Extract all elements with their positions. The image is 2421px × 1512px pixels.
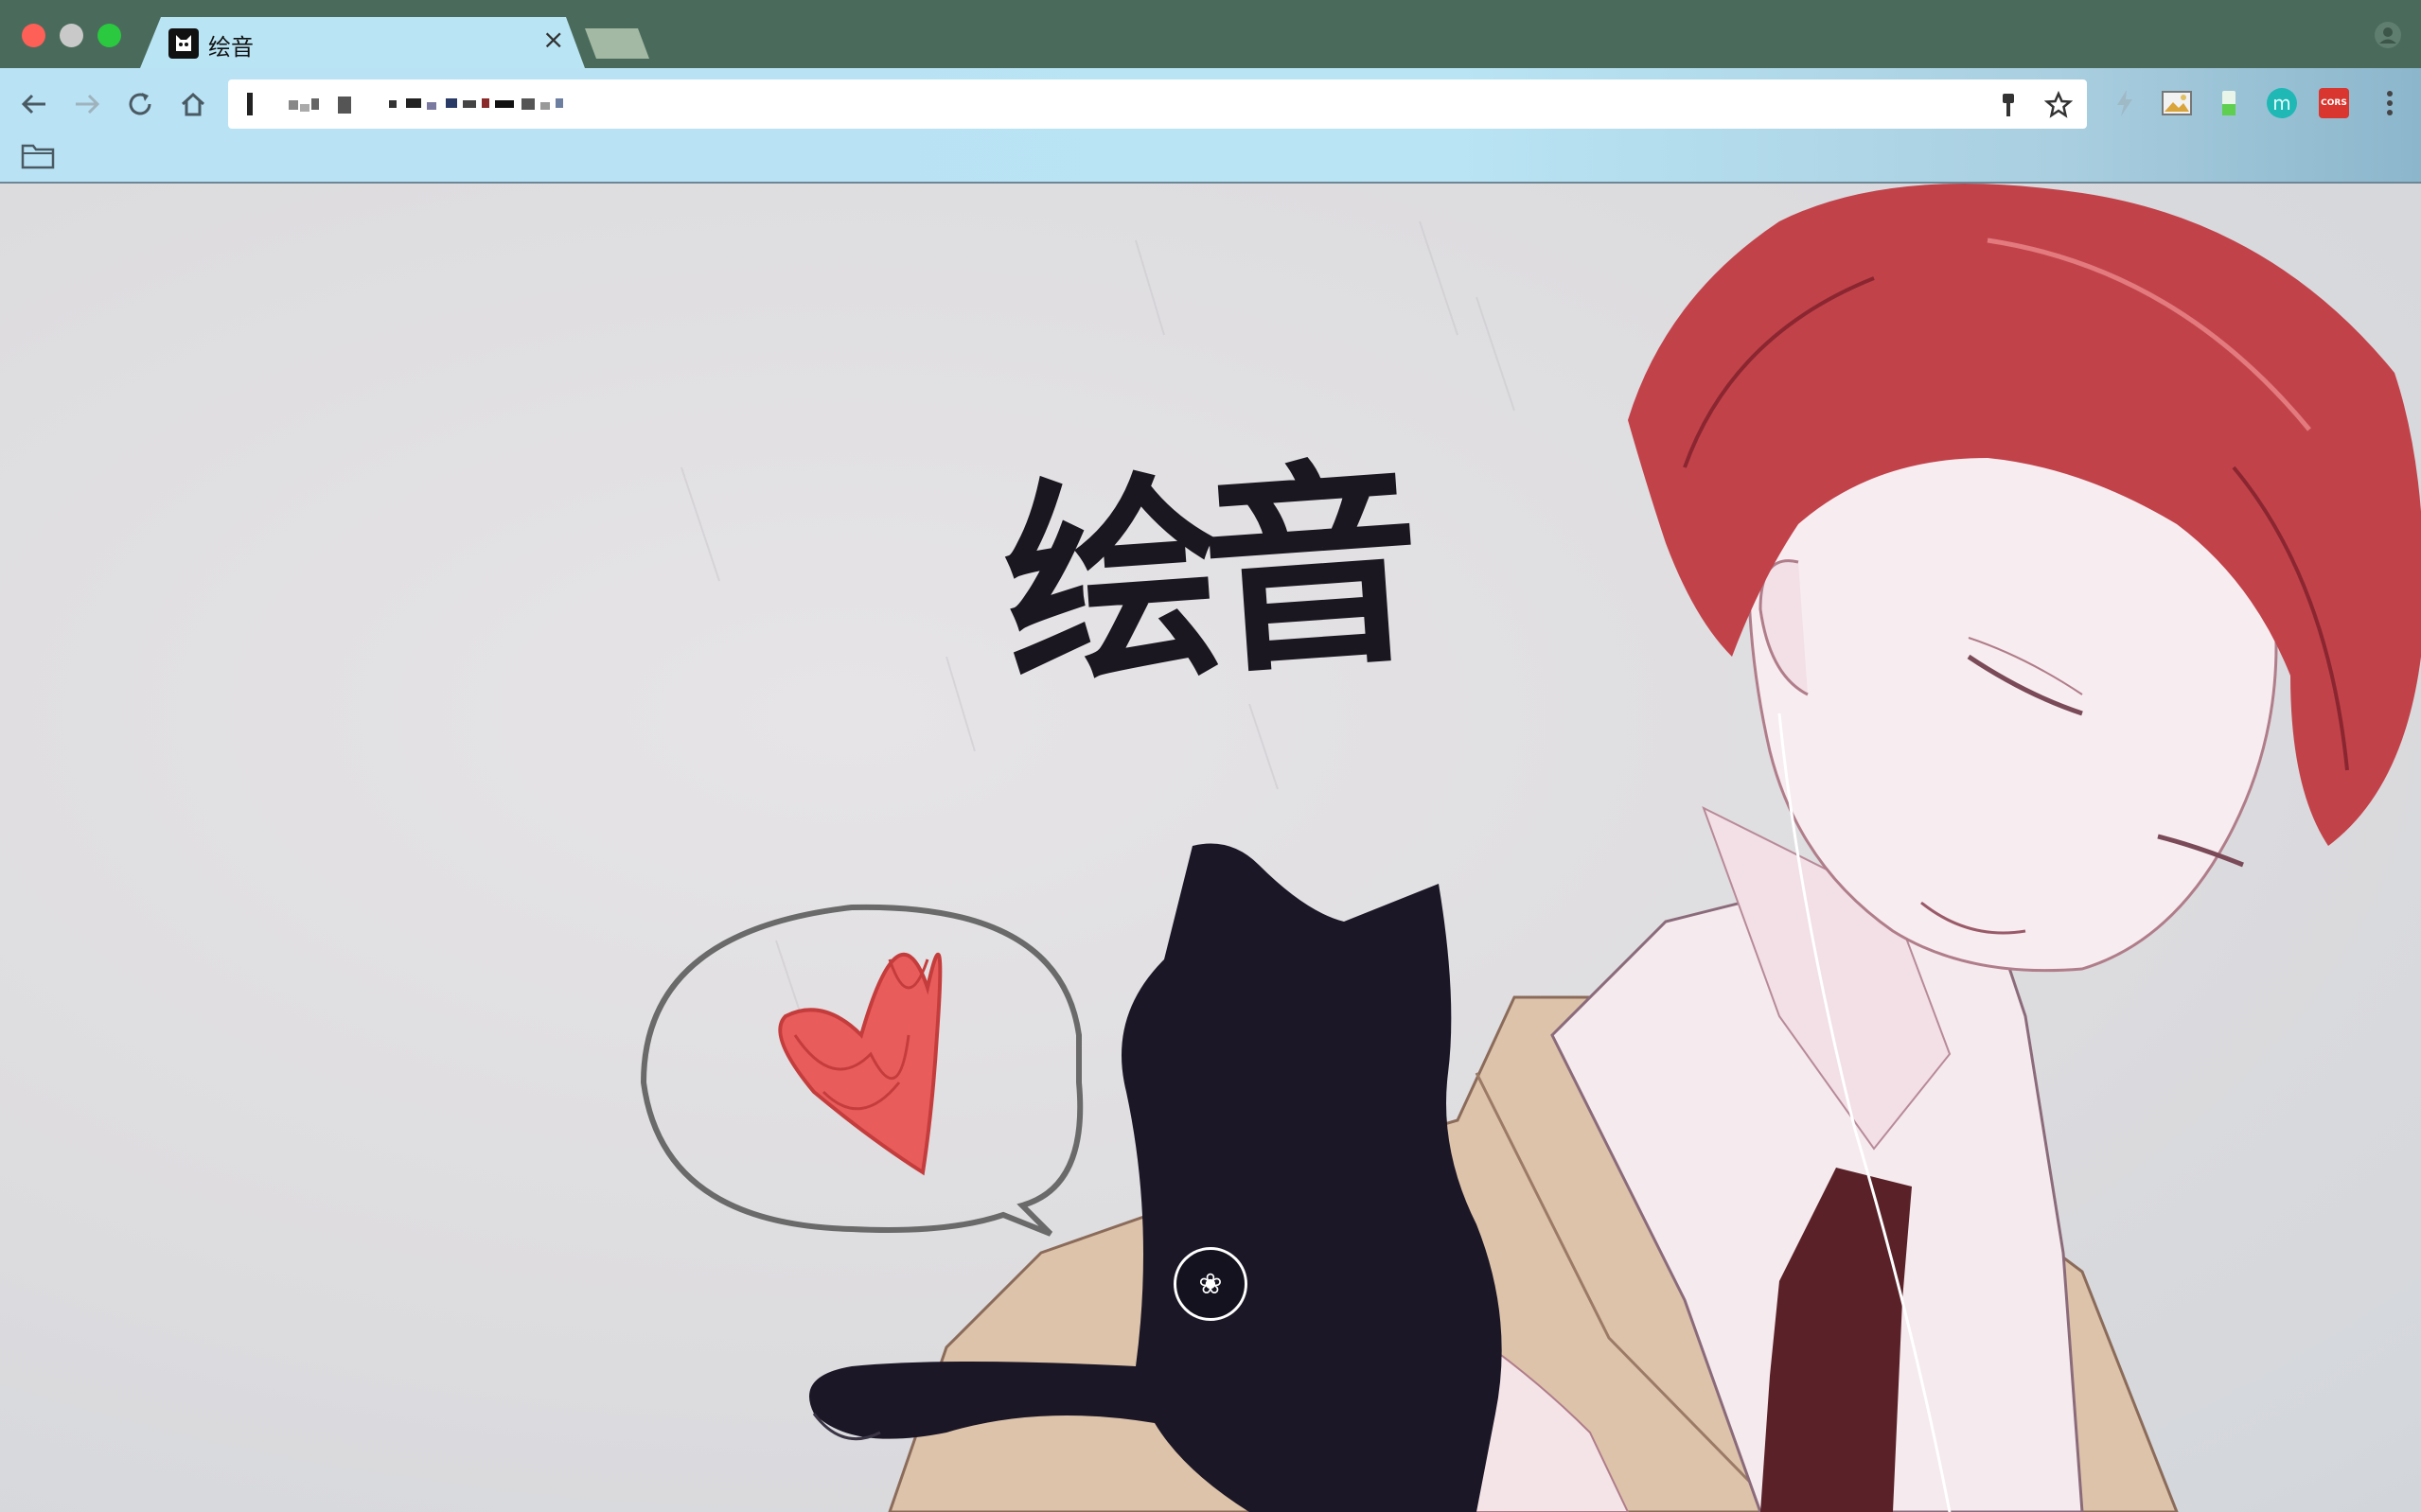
window-close-button[interactable] (22, 24, 45, 47)
profile-icon[interactable] (2374, 21, 2402, 49)
new-tab-button[interactable] (585, 28, 651, 61)
image-extension-icon[interactable] (2161, 87, 2193, 119)
black-cat (809, 843, 1502, 1512)
forward-arrow-icon[interactable] (68, 85, 106, 123)
window-maximize-button[interactable] (97, 24, 121, 47)
logo-calligraphy: 绘音 (996, 435, 1411, 719)
home-icon[interactable] (174, 85, 212, 123)
page-content: 绘音 ❀ (0, 184, 2421, 1512)
flower-action-button[interactable]: ❀ (1174, 1247, 1247, 1321)
battery-extension-icon[interactable] (2213, 87, 2245, 119)
m-extension-icon[interactable]: m (2266, 87, 2298, 119)
blurred-url-icon (247, 93, 563, 115)
menu-kebab-icon[interactable] (2374, 87, 2406, 119)
back-arrow-icon[interactable] (15, 85, 53, 123)
m-extension-label: m (2267, 88, 2297, 118)
browser-toolbar: m CORS (0, 68, 2421, 184)
address-bar[interactable] (228, 79, 2087, 129)
bookmark-folder-icon[interactable] (21, 142, 55, 170)
cors-extension-label: CORS (2319, 88, 2349, 118)
key-icon[interactable] (1994, 91, 2023, 119)
tab-close-icon[interactable]: × (542, 26, 564, 53)
tab-title: 绘音 (208, 34, 254, 61)
reload-icon[interactable] (121, 85, 159, 123)
cat-favicon-icon (168, 28, 199, 59)
bolt-extension-icon[interactable] (2109, 87, 2141, 119)
flower-icon: ❀ (1198, 1267, 1223, 1301)
window-minimize-button[interactable] (60, 24, 83, 47)
tab-shape (140, 17, 585, 68)
tab-active[interactable]: 绘音 × (140, 17, 585, 68)
cors-extension-icon[interactable]: CORS (2318, 87, 2350, 119)
title-bar: 绘音 × (0, 0, 2421, 68)
bookmark-star-icon[interactable] (2044, 91, 2073, 119)
